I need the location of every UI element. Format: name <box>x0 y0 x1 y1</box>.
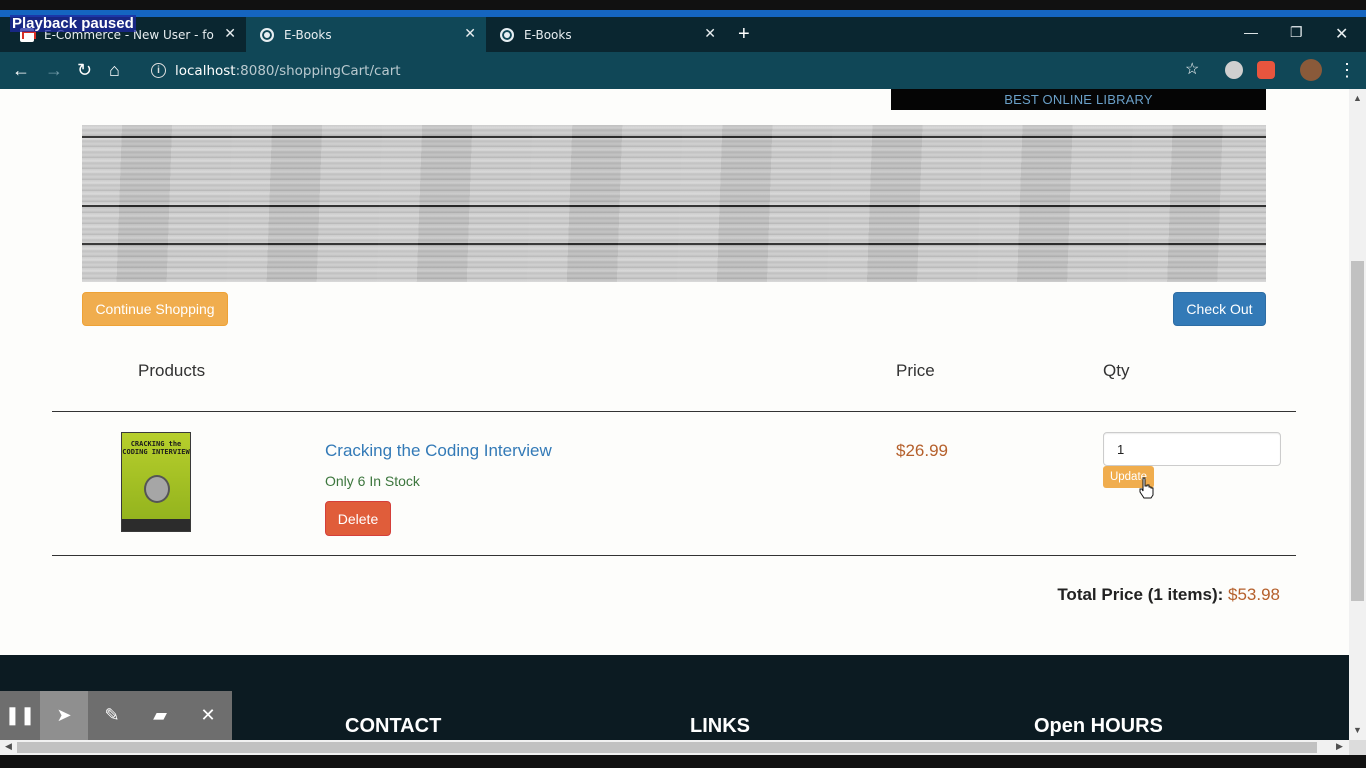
url-host: localhost <box>175 62 236 79</box>
recording-toolbar: ❚❚ ➤ ✎ ▰ ✕ <box>0 691 232 740</box>
globe-icon <box>500 27 514 42</box>
book-cover-title: CRACKING the CODING INTERVIEW <box>122 440 190 456</box>
top-bezel <box>0 0 1366 10</box>
url-field[interactable]: i localhost:8080/shoppingCart/cart <box>142 57 1214 84</box>
window-close-icon[interactable]: ✕ <box>1335 24 1348 44</box>
product-name-link[interactable]: Cracking the Coding Interview <box>325 441 552 461</box>
book-cover-footer <box>122 519 190 531</box>
window-accent-strip <box>0 10 1366 17</box>
forward-icon[interactable]: → <box>45 60 63 80</box>
address-bar: ← → ↻ ⌂ i localhost:8080/shoppingCart/ca… <box>0 52 1366 89</box>
clock-icon <box>144 475 170 503</box>
avatar[interactable] <box>1300 59 1322 81</box>
url-path: :8080/shoppingCart/cart <box>235 62 401 79</box>
tab-title: E-Books <box>284 27 332 42</box>
quantity-input[interactable]: 1 <box>1103 432 1281 466</box>
footer-links-heading: LINKS <box>690 715 750 737</box>
delete-button[interactable]: Delete <box>325 501 391 536</box>
book-cover-image[interactable]: CRACKING the CODING INTERVIEW <box>121 432 191 532</box>
footer-contact-heading: CONTACT <box>345 715 442 737</box>
divider <box>52 411 1296 412</box>
banner-label: BEST ONLINE LIBRARY <box>891 89 1266 110</box>
close-icon[interactable]: ✕ <box>704 26 716 42</box>
extension-icon[interactable] <box>1257 61 1275 79</box>
scroll-thumb[interactable] <box>1351 261 1364 601</box>
scrollbar-corner <box>1349 740 1366 755</box>
scroll-down-icon[interactable]: ▼ <box>1353 725 1362 735</box>
scroll-up-icon[interactable]: ▲ <box>1353 93 1362 103</box>
back-icon[interactable]: ← <box>12 60 30 80</box>
pause-icon[interactable]: ❚❚ <box>0 691 40 740</box>
continue-shopping-button[interactable]: Continue Shopping <box>82 292 228 326</box>
tab-bar: E-Commerce - New User - foysal ✕ E-Books… <box>0 17 1366 52</box>
close-icon[interactable]: ✕ <box>184 691 232 740</box>
vertical-scrollbar[interactable]: ▲ ▼ <box>1349 89 1366 740</box>
reload-icon[interactable]: ↻ <box>77 60 92 80</box>
eraser-icon[interactable]: ▰ <box>136 691 184 740</box>
check-out-button[interactable]: Check Out <box>1173 292 1266 326</box>
globe-icon <box>260 27 274 42</box>
price-header: Price <box>896 361 935 380</box>
tab-ebooks[interactable]: E-Books ✕ <box>486 17 726 52</box>
total-amount: $53.98 <box>1228 585 1280 604</box>
minimize-icon[interactable]: — <box>1244 24 1258 40</box>
new-tab-icon[interactable]: + <box>738 24 750 44</box>
info-icon[interactable]: i <box>151 63 166 78</box>
bookmark-star-icon[interactable]: ☆ <box>1185 60 1199 80</box>
tab-ebooks-active[interactable]: E-Books ✕ <box>246 17 486 52</box>
close-icon[interactable]: ✕ <box>224 26 236 42</box>
restore-icon[interactable]: ❐ <box>1290 24 1303 41</box>
bottom-bezel <box>0 755 1366 768</box>
horizontal-scrollbar[interactable]: ◀ ▶ <box>0 740 1349 755</box>
footer-hours-heading: Open HOURS <box>1034 715 1163 737</box>
close-icon[interactable]: ✕ <box>464 26 476 42</box>
page-viewport: BEST ONLINE LIBRARY Continue Shopping Ch… <box>0 89 1349 740</box>
pointer-icon[interactable]: ➤ <box>40 691 88 740</box>
menu-icon[interactable]: ⋮ <box>1338 60 1356 80</box>
scroll-right-icon[interactable]: ▶ <box>1336 741 1343 752</box>
item-price: $26.99 <box>896 441 948 460</box>
scroll-thumb[interactable] <box>17 742 1317 753</box>
pen-icon[interactable]: ✎ <box>88 691 136 740</box>
extension-icon[interactable] <box>1225 61 1243 79</box>
tab-title: E-Books <box>524 27 572 42</box>
total-label: Total Price (1 items): <box>1057 585 1224 604</box>
stock-status: Only 6 In Stock <box>325 473 420 489</box>
hero-image <box>82 125 1266 282</box>
divider <box>52 555 1296 556</box>
home-icon[interactable]: ⌂ <box>109 60 120 80</box>
qty-header: Qty <box>1103 361 1130 380</box>
playback-status: Playback paused <box>10 15 136 32</box>
products-header: Products <box>138 361 206 380</box>
hand-cursor-icon <box>1139 477 1154 499</box>
scroll-left-icon[interactable]: ◀ <box>5 741 12 752</box>
total-price: Total Price (1 items): $53.98 <box>1057 585 1280 605</box>
